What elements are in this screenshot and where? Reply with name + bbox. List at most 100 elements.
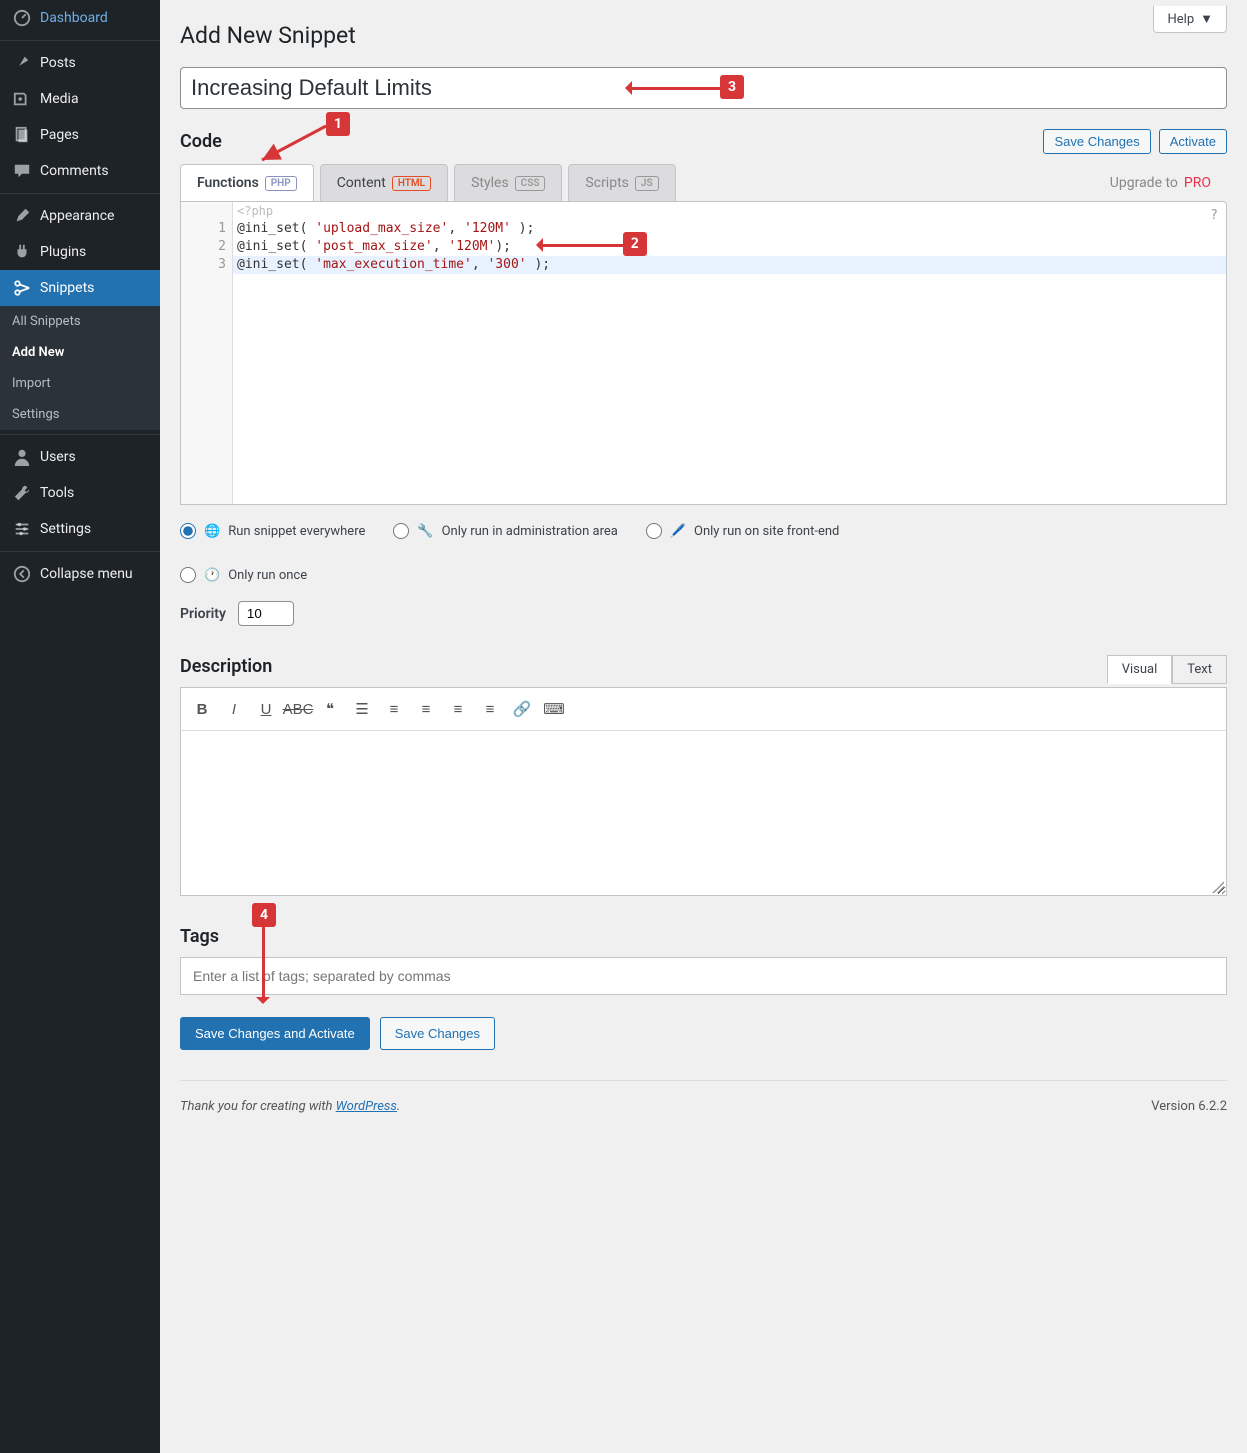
submenu-add-new[interactable]: Add New	[0, 337, 160, 368]
tags-heading: Tags	[180, 926, 1227, 947]
wrench-icon: 🔧	[417, 524, 433, 539]
help-label: Help	[1167, 12, 1194, 27]
radio-input[interactable]	[180, 523, 196, 539]
pill-html: HTML	[392, 176, 431, 191]
sidebar-item-comments[interactable]: Comments	[0, 153, 160, 189]
comment-icon	[12, 161, 32, 181]
radio-frontend[interactable]: 🖊️ Only run on site front-end	[646, 523, 840, 539]
save-and-activate-button[interactable]: Save Changes and Activate	[180, 1017, 370, 1050]
pill-css: CSS	[515, 176, 546, 191]
sidebar-submenu: All Snippets Add New Import Settings	[0, 306, 160, 430]
submenu-settings[interactable]: Settings	[0, 399, 160, 430]
wrench-icon	[12, 483, 32, 503]
pill-pro: PRO	[1184, 175, 1211, 191]
align-center-button[interactable]: ≡	[443, 694, 473, 724]
tab-label: Styles	[471, 175, 509, 191]
quote-button[interactable]: ❝	[315, 694, 345, 724]
sidebar-label: Users	[40, 449, 76, 465]
tags-wrapper: 4	[180, 957, 1227, 995]
bold-button[interactable]: B	[187, 694, 217, 724]
radio-label: Only run once	[228, 568, 307, 583]
sidebar-item-snippets[interactable]: Snippets	[0, 270, 160, 306]
radio-label: Only run on site front-end	[694, 524, 839, 539]
link-button[interactable]: 🔗	[507, 694, 537, 724]
footer-text: Thank you for creating with WordPress.	[180, 1099, 400, 1114]
wordpress-link[interactable]: WordPress	[336, 1099, 397, 1114]
sidebar-item-dashboard[interactable]: Dashboard	[0, 0, 160, 36]
admin-sidebar: Dashboard Posts Media Pages Comments App…	[0, 0, 160, 1453]
upgrade-link[interactable]: Upgrade to PRO	[1094, 164, 1227, 201]
tab-label: Functions	[197, 175, 259, 191]
bullet-list-button[interactable]: ☰	[347, 694, 377, 724]
tab-visual[interactable]: Visual	[1107, 655, 1173, 684]
sidebar-item-posts[interactable]: Posts	[0, 45, 160, 81]
sidebar-label: Posts	[40, 55, 76, 71]
radio-once[interactable]: 🕐Only run once	[180, 567, 1227, 583]
radio-input[interactable]	[646, 523, 662, 539]
pill-js: JS	[635, 176, 659, 191]
radio-everywhere[interactable]: 🌐Run snippet everywhere	[180, 523, 365, 539]
sidebar-item-appearance[interactable]: Appearance	[0, 198, 160, 234]
pin-icon	[12, 53, 32, 73]
submit-row: Save Changes and Activate Save Changes	[180, 1017, 1227, 1050]
sidebar-label: Settings	[40, 521, 91, 537]
frontend-icon: 🖊️	[670, 524, 686, 539]
strikethrough-button[interactable]: ABC	[283, 694, 313, 724]
sidebar-label: Dashboard	[40, 10, 108, 26]
tags-input[interactable]	[180, 957, 1227, 995]
collapse-icon	[12, 564, 32, 584]
priority-label: Priority	[180, 606, 226, 622]
user-icon	[12, 447, 32, 467]
save-changes-button-bottom[interactable]: Save Changes	[380, 1017, 495, 1050]
tab-label: Content	[337, 175, 386, 191]
scope-radios: 🌐Run snippet everywhere 🔧Only run in adm…	[180, 523, 1227, 583]
editor-gutter: 123	[181, 202, 233, 504]
sidebar-label: Collapse menu	[40, 566, 133, 582]
sidebar-item-tools[interactable]: Tools	[0, 475, 160, 511]
tab-scripts[interactable]: ScriptsJS	[568, 164, 675, 201]
tab-functions[interactable]: Functions PHP	[180, 164, 314, 201]
chevron-down-icon: ▼	[1200, 11, 1213, 27]
sidebar-item-settings[interactable]: Settings	[0, 511, 160, 547]
tab-content[interactable]: Content HTML	[320, 164, 448, 201]
php-open-tag: <?php	[233, 202, 277, 220]
sidebar-label: Appearance	[40, 208, 114, 224]
help-icon[interactable]: ?	[1210, 208, 1218, 223]
upgrade-label: Upgrade to	[1110, 175, 1178, 191]
sidebar-item-plugins[interactable]: Plugins	[0, 234, 160, 270]
tab-text[interactable]: Text	[1172, 655, 1227, 684]
radio-input[interactable]	[180, 567, 196, 583]
plug-icon	[12, 242, 32, 262]
description-toolbar: B I U ABC ❝ ☰ ≡ ≡ ≡ ≡ 🔗 ⌨	[180, 687, 1227, 731]
sidebar-item-pages[interactable]: Pages	[0, 117, 160, 153]
italic-button[interactable]: I	[219, 694, 249, 724]
keyboard-button[interactable]: ⌨	[539, 694, 569, 724]
editor-code-area: @ini_set( 'upload_max_size', '120M' ); @…	[237, 220, 1226, 274]
priority-input[interactable]	[238, 601, 294, 626]
sidebar-collapse[interactable]: Collapse menu	[0, 556, 160, 592]
description-heading: Description	[180, 656, 1227, 677]
activate-button[interactable]: Activate	[1159, 129, 1227, 154]
snippet-title-input[interactable]	[180, 67, 1227, 109]
help-tab[interactable]: Help ▼	[1153, 6, 1227, 33]
underline-button[interactable]: U	[251, 694, 281, 724]
title-wrapper: 3	[180, 67, 1227, 109]
radio-admin[interactable]: 🔧Only run in administration area	[393, 523, 617, 539]
code-heading: Code	[180, 131, 222, 152]
code-editor[interactable]: <?php 123 @ini_set( 'upload_max_size', '…	[180, 201, 1227, 505]
radio-input[interactable]	[393, 523, 409, 539]
submenu-all-snippets[interactable]: All Snippets	[0, 306, 160, 337]
save-changes-button-top[interactable]: Save Changes	[1043, 129, 1150, 154]
submenu-import[interactable]: Import	[0, 368, 160, 399]
align-left-button[interactable]: ≡	[411, 694, 441, 724]
description-textarea[interactable]	[180, 731, 1227, 896]
pill-php: PHP	[265, 176, 297, 191]
sidebar-item-media[interactable]: Media	[0, 81, 160, 117]
version-text: Version 6.2.2	[1151, 1099, 1227, 1114]
sidebar-label: Comments	[40, 163, 109, 179]
numbered-list-button[interactable]: ≡	[379, 694, 409, 724]
sidebar-item-users[interactable]: Users	[0, 439, 160, 475]
tab-styles[interactable]: Styles CSS	[454, 164, 562, 201]
align-right-button[interactable]: ≡	[475, 694, 505, 724]
dashboard-icon	[12, 8, 32, 28]
